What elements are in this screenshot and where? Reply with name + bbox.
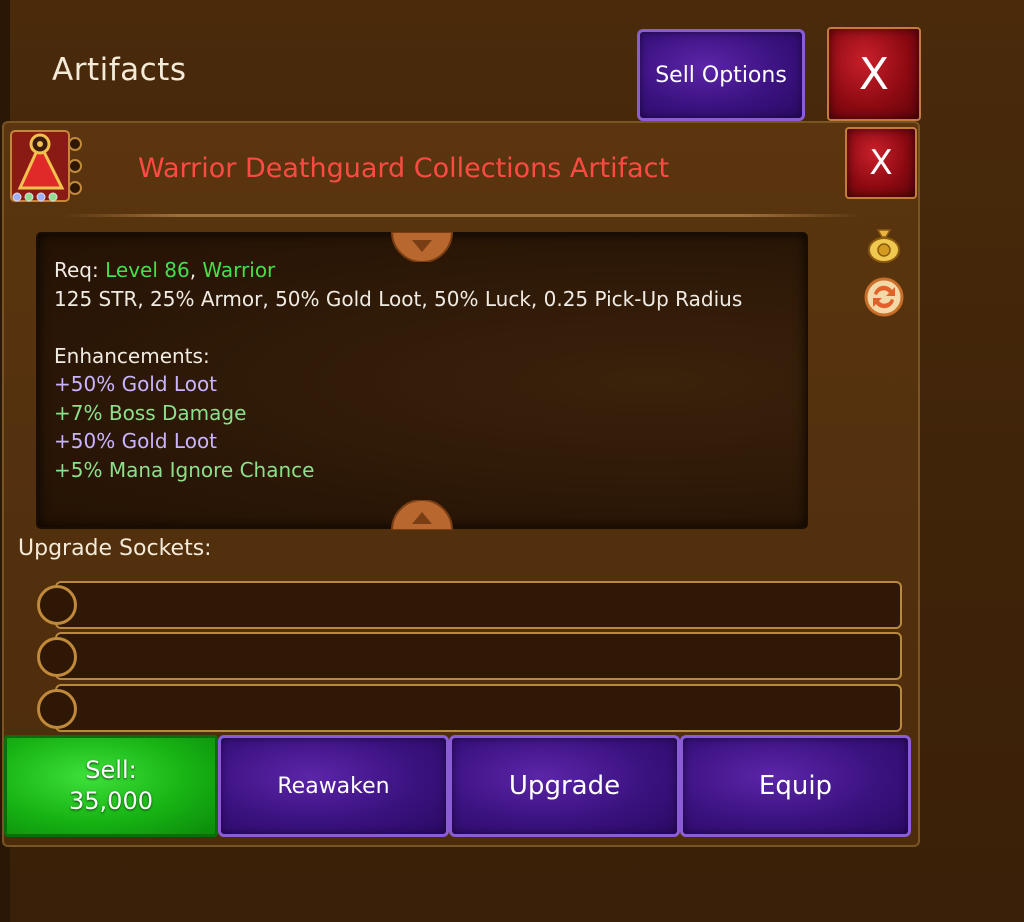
gold-bag-icon[interactable] — [864, 224, 904, 264]
req-level: Level 86 — [105, 258, 190, 282]
socket-circle-icon — [37, 689, 77, 729]
req-separator: , — [189, 258, 203, 282]
item-stats-text: Req: Level 86, Warrior 125 STR, 25% Armo… — [54, 256, 794, 484]
upgrade-socket-slot[interactable] — [55, 684, 902, 732]
reawaken-button[interactable]: Reawaken — [218, 735, 449, 837]
upgrade-sockets-label: Upgrade Sockets: — [18, 536, 212, 561]
socket-circle-icon — [37, 637, 77, 677]
close-artifacts-button[interactable]: X — [827, 27, 921, 121]
scroll-up-arrow-icon[interactable] — [390, 500, 454, 530]
sell-options-button[interactable]: Sell Options — [637, 29, 805, 121]
socket-circle-icon — [37, 585, 77, 625]
req-label: Req: — [54, 258, 106, 282]
sell-button[interactable]: Sell: 35,000 — [4, 735, 218, 837]
equip-button[interactable]: Equip — [680, 735, 911, 837]
sell-price: 35,000 — [69, 787, 153, 815]
requirements-line: Req: Level 86, Warrior — [54, 256, 794, 285]
enhancement-item: +50% Gold Loot — [54, 429, 218, 453]
swap-icon[interactable] — [864, 277, 904, 317]
enhancements-title: Enhancements: — [54, 343, 210, 368]
header-divider — [62, 214, 862, 217]
close-dialog-button[interactable]: X — [845, 127, 917, 199]
upgrade-button[interactable]: Upgrade — [449, 735, 680, 837]
page-title: Artifacts — [52, 52, 187, 88]
upgrade-socket-slot[interactable] — [55, 632, 902, 680]
artifact-name: Warrior Deathguard Collections Artifact — [138, 153, 670, 184]
enhancement-item: +50% Gold Loot — [54, 372, 218, 396]
upgrade-socket-slot[interactable] — [55, 581, 902, 629]
enhancement-item: +5% Mana Ignore Chance — [54, 457, 315, 482]
enhancement-item: +7% Boss Damage — [54, 400, 247, 425]
sell-label: Sell: — [85, 756, 137, 784]
base-stats: 125 STR, 25% Armor, 50% Gold Loot, 50% L… — [54, 286, 743, 311]
artifact-icon — [10, 130, 82, 202]
req-class: Warrior — [202, 258, 276, 282]
